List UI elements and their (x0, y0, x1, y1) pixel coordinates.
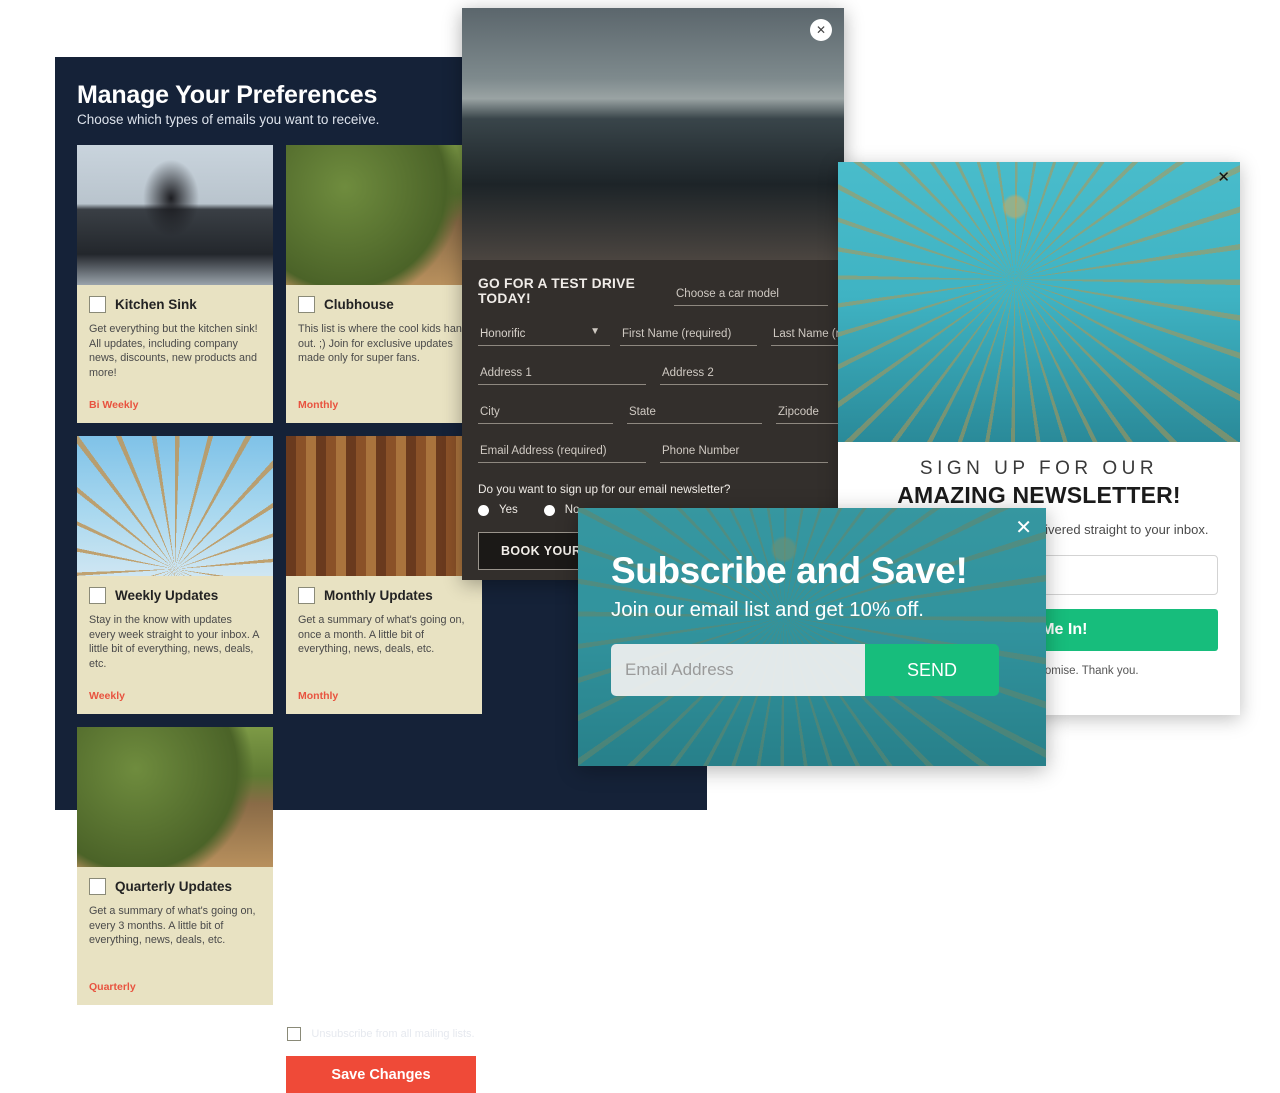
chevron-down-icon[interactable]: ▼ (590, 326, 600, 337)
card-body: Weekly Updates Stay in the know with upd… (77, 576, 273, 714)
card-frequency: Bi Weekly (89, 399, 139, 411)
checkbox-quarterly-updates[interactable] (89, 878, 106, 895)
city-input[interactable] (478, 403, 613, 424)
card-description: Get a summary of what's going on, every … (89, 905, 256, 947)
subscribe-send-button[interactable]: SEND (865, 644, 999, 696)
phone-input[interactable] (660, 442, 828, 463)
address1-input[interactable] (478, 364, 646, 385)
subscribe-headline: Subscribe and Save! (611, 550, 968, 591)
carved-door-image (286, 436, 482, 576)
card-title: Monthly Updates (324, 588, 433, 603)
radio-no[interactable] (543, 504, 555, 516)
card-header: Kitchen Sink (89, 296, 261, 313)
unsubscribe-label: Unsubscribe from all mailing lists. (311, 1028, 475, 1040)
card-body: Kitchen Sink Get everything but the kitc… (77, 285, 273, 423)
subscribe-email-input[interactable] (611, 644, 865, 696)
address2-input[interactable] (660, 364, 828, 385)
checkbox-unsubscribe-all[interactable] (287, 1027, 302, 1041)
card-header: Weekly Updates (89, 587, 261, 604)
radio-yes-label: Yes (499, 504, 518, 516)
card-description: Get a summary of what's going on, once a… (298, 614, 465, 656)
subscribe-content: Subscribe and Save! Join our email list … (578, 508, 1046, 696)
radio-yes[interactable] (478, 504, 489, 516)
subscribe-form: SEND (611, 644, 999, 696)
preference-card[interactable]: Weekly Updates Stay in the know with upd… (77, 436, 273, 714)
newsletter-question: Do you want to sign up for our email new… (478, 482, 731, 496)
city-state-zip-row (478, 403, 911, 424)
card-title: Kitchen Sink (115, 297, 197, 312)
newsletter-kicker: SIGN UP FOR OUR (919, 458, 1159, 479)
card-header: Quarterly Updates (89, 878, 261, 895)
state-input[interactable] (627, 403, 762, 424)
card-description: Get everything but the kitchen sink! All… (89, 323, 258, 379)
preference-card[interactable]: Kitchen Sink Get everything but the kitc… (77, 145, 273, 423)
card-frequency: Quarterly (89, 981, 136, 993)
save-changes-button[interactable]: Save Changes (286, 1056, 476, 1093)
card-body: Quarterly Updates Get a summary of what'… (77, 867, 273, 1005)
preference-card[interactable]: Clubhouse This list is where the cool ki… (286, 145, 482, 423)
newsletter-headline: AMAZING NEWSLETTER! (897, 482, 1181, 508)
checkbox-weekly-updates[interactable] (89, 587, 106, 604)
car-model-input[interactable] (674, 285, 828, 306)
card-frequency: Weekly (89, 690, 125, 702)
contact-row (478, 442, 828, 463)
close-icon[interactable]: ✕ (1015, 518, 1032, 538)
sports-car-image (462, 8, 844, 260)
card-frequency: Monthly (298, 690, 339, 702)
email-input[interactable] (478, 442, 646, 463)
card-description: Stay in the know with updates every week… (89, 614, 259, 670)
unsubscribe-row: Unsubscribe from all mailing lists. (77, 1027, 685, 1041)
close-icon[interactable]: ✕ (1217, 170, 1230, 185)
card-title: Weekly Updates (115, 588, 219, 603)
kitchen-sink-image (77, 145, 273, 285)
checkbox-kitchen-sink[interactable] (89, 296, 106, 313)
address-row (478, 364, 828, 385)
teal-room-image: ✕ (838, 162, 1240, 442)
preference-card[interactable]: Monthly Updates Get a summary of what's … (286, 436, 482, 714)
card-frequency: Monthly (298, 399, 339, 411)
checkbox-clubhouse[interactable] (298, 296, 315, 313)
card-body: Monthly Updates Get a summary of what's … (286, 576, 482, 714)
preference-card[interactable]: Quarterly Updates Get a summary of what'… (77, 727, 273, 1005)
card-header: Monthly Updates (298, 587, 470, 604)
card-body: Clubhouse This list is where the cool ki… (286, 285, 482, 423)
checkbox-monthly-updates[interactable] (298, 587, 315, 604)
test-drive-modal: ✕ GO FOR A TEST DRIVE TODAY! ▼ (462, 8, 911, 580)
test-drive-heading: GO FOR A TEST DRIVE TODAY! (478, 276, 636, 306)
first-name-input[interactable] (620, 324, 757, 346)
card-description: This list is where the cool kids hang ou… (298, 323, 468, 365)
card-header: Clubhouse (298, 296, 470, 313)
quarterly-image (77, 727, 273, 867)
clubhouse-image (286, 145, 482, 285)
card-title: Quarterly Updates (115, 879, 233, 894)
card-title: Clubhouse (324, 297, 394, 312)
subscribe-save-modal: ✕ Subscribe and Save! Join our email lis… (578, 508, 1046, 766)
name-row: ▼ (478, 324, 908, 346)
subscribe-subtext: Join our email list and get 10% off. (611, 598, 924, 621)
ferris-wheel-image (77, 436, 273, 576)
close-icon[interactable]: ✕ (810, 19, 832, 41)
